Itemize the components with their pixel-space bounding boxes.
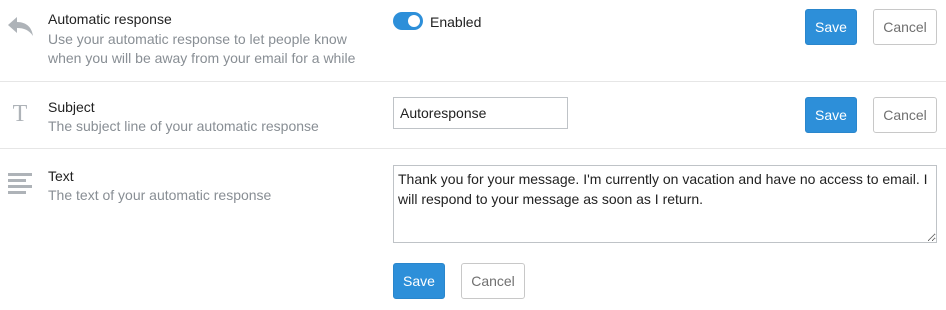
auto-response-save-button[interactable]: Save	[805, 9, 857, 45]
subject-input[interactable]	[393, 97, 568, 129]
paragraph-lines-icon	[6, 169, 36, 199]
auto-response-cancel-button[interactable]: Cancel	[873, 9, 937, 45]
subject-cancel-button[interactable]: Cancel	[873, 97, 937, 133]
subject-save-button[interactable]: Save	[805, 97, 857, 133]
subject-row: T Subject The subject line of your autom…	[0, 82, 946, 149]
text-title: Text	[48, 168, 74, 184]
reply-icon	[6, 12, 36, 42]
svg-text:T: T	[13, 101, 28, 127]
text-textarea[interactable]: Thank you for your message. I'm currentl…	[393, 165, 937, 243]
text-description: The text of your automatic response	[48, 187, 272, 203]
text-save-button[interactable]: Save	[393, 263, 445, 299]
text-type-icon: T	[6, 98, 36, 128]
text-cancel-button[interactable]: Cancel	[461, 263, 525, 299]
subject-title: Subject	[48, 99, 95, 115]
auto-response-toggle[interactable]	[393, 12, 423, 30]
auto-response-description: Use your automatic response to let peopl…	[48, 31, 356, 66]
auto-response-row: Automatic response Use your automatic re…	[0, 0, 946, 82]
text-row: Text The text of your automatic response…	[0, 149, 946, 310]
subject-description: The subject line of your automatic respo…	[48, 118, 319, 134]
auto-response-title: Automatic response	[48, 11, 172, 27]
toggle-label: Enabled	[430, 14, 482, 30]
toggle-knob	[408, 15, 420, 27]
